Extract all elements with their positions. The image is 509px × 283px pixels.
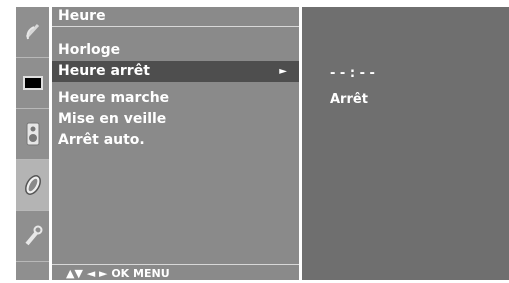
menu-item-label: Mise en veille — [58, 111, 167, 127]
sidebar-item-time[interactable] — [16, 160, 49, 211]
menu-item-horloge[interactable]: Horloge — [52, 40, 299, 61]
menu-item-arret-auto[interactable]: Arrêt auto. — [52, 130, 299, 151]
sidebar-item-antenna[interactable] — [16, 7, 49, 58]
menu-item-mise-en-veille[interactable]: Mise en veille — [52, 109, 299, 130]
menu-item-label: Horloge — [58, 42, 121, 58]
menu-item-label: Arrêt auto. — [58, 132, 145, 148]
time-menu-panel: Heure Horloge Heure arrêt ► Heure marche… — [52, 7, 299, 280]
menu-item-heure-arret[interactable]: Heure arrêt ► — [52, 61, 299, 82]
sidebar-item-options[interactable] — [16, 211, 49, 262]
submenu-panel: - - : - - Arrêt — [302, 7, 509, 280]
status-value[interactable]: Arrêt — [330, 92, 368, 107]
tv-screen-icon — [22, 76, 43, 90]
satellite-dish-icon — [25, 23, 39, 40]
category-sidebar — [16, 7, 49, 280]
menu-item-heure-marche[interactable]: Heure marche — [52, 88, 299, 109]
speaker-icon — [26, 122, 39, 146]
menu-item-label: Heure arrêt — [58, 63, 150, 79]
wrench-icon — [24, 225, 42, 246]
sidebar-item-picture[interactable] — [16, 58, 49, 109]
navigation-hint: ▲▼ ◄ ► OK MENU — [52, 264, 299, 280]
submenu-arrow-icon: ► — [279, 66, 287, 77]
time-value[interactable]: - - : - - — [330, 66, 375, 81]
menu-item-label: Heure marche — [58, 90, 170, 106]
sidebar-item-audio[interactable] — [16, 109, 49, 160]
menu-title: Heure — [52, 7, 299, 27]
clock-icon — [24, 175, 41, 195]
